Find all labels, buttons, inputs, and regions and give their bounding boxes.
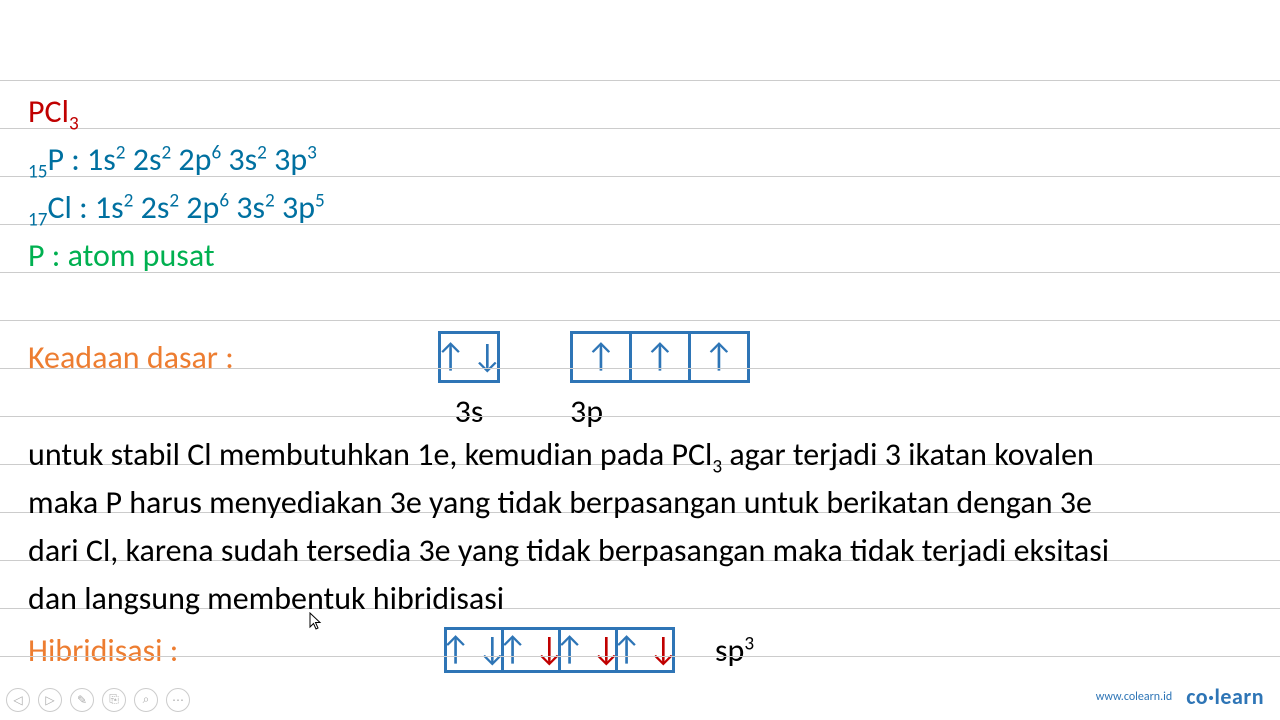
arrow-up-icon: ↑ xyxy=(497,633,528,667)
next-button[interactable]: ▷ xyxy=(38,688,62,712)
exp: 2 xyxy=(116,141,126,164)
logo-a: co xyxy=(1186,683,1208,710)
hibridisasi-row: Hibridisasi : ↑ ↓ ↑ ↓ ↑ ↓ ↑ ↓ sp3 xyxy=(28,623,1252,677)
sp3-sup: 3 xyxy=(744,632,754,655)
orb: 2p xyxy=(186,188,219,227)
hibridisasi-label: Hibridisasi : xyxy=(28,631,444,670)
orb: 2s xyxy=(133,140,162,179)
orb: 1s xyxy=(87,140,116,179)
arrow-up-icon: ↑ xyxy=(554,633,585,667)
p-atomic-number: 15 xyxy=(28,160,47,183)
exp: 2 xyxy=(124,189,134,212)
orbital-box-3p-1: ↑ xyxy=(570,331,632,383)
logo-b: learn xyxy=(1215,683,1264,710)
orbital-3s-group: ↑ ↓ xyxy=(438,331,500,383)
sep: : xyxy=(64,140,87,179)
text: agar terjadi 3 ikatan kovalen xyxy=(722,435,1094,474)
exp: 2 xyxy=(265,189,275,212)
orbital-box-3p-2: ↑ xyxy=(629,331,691,383)
orbital-labels: 3s 3p xyxy=(28,392,1252,431)
orb: 2p xyxy=(178,140,211,179)
orbital-box-3s: ↑ ↓ xyxy=(438,331,500,383)
footer-url: www.colearn.id xyxy=(1096,690,1172,704)
orb: 1s xyxy=(95,188,124,227)
arrow-up-icon: ↑ xyxy=(645,340,676,374)
exp: 5 xyxy=(315,189,325,212)
exp: 6 xyxy=(211,141,221,164)
orbital-3p-label: 3p xyxy=(570,392,632,431)
paragraph-line-4: dan langsung membentuk hibridisasi xyxy=(28,575,1252,623)
formula-sub: 3 xyxy=(69,112,79,135)
arrow-up-icon: ↑ xyxy=(586,340,617,374)
orbital-3s-label: 3s xyxy=(438,392,500,431)
arrow-up-icon: ↑ xyxy=(435,340,466,374)
orbital-box-3p-3: ↑ xyxy=(688,331,750,383)
p-symbol: P xyxy=(47,140,64,179)
keadaan-dasar-row: Keadaan dasar : ↑ ↓ ↑ ↑ xyxy=(28,328,1252,386)
cl-electron-config: 17Cl : 1s2 2s2 2p6 3s2 3p5 xyxy=(28,184,1252,232)
exp: 2 xyxy=(161,141,171,164)
atom-pusat: P : atom pusat xyxy=(28,232,1252,280)
paragraph-line-3: dari Cl, karena sudah tersedia 3e yang t… xyxy=(28,527,1252,575)
sp3-label: sp3 xyxy=(715,631,754,670)
sp3-base: sp xyxy=(715,631,744,670)
arrow-down-red-icon: ↓ xyxy=(648,633,679,667)
sub: 3 xyxy=(712,455,722,478)
title-formula: PCl3 xyxy=(28,88,1252,136)
more-button[interactable]: ⋯ xyxy=(166,688,190,712)
arrow-up-icon: ↑ xyxy=(440,633,471,667)
arrow-up-icon: ↑ xyxy=(704,340,735,374)
keadaan-dasar-label: Keadaan dasar : xyxy=(28,338,438,377)
cl-symbol: Cl xyxy=(47,188,71,227)
pen-button[interactable]: ✎ xyxy=(70,688,94,712)
orbital-3p-group: ↑ ↑ ↑ xyxy=(570,331,750,383)
cl-atomic-number: 17 xyxy=(28,208,47,231)
hybrid-box-4: ↑ ↓ xyxy=(615,627,675,673)
orb: 3s xyxy=(228,140,257,179)
zoom-button[interactable]: ⌕ xyxy=(134,688,158,712)
hybrid-box-3: ↑ ↓ xyxy=(558,627,618,673)
hybrid-box-2: ↑ ↓ xyxy=(501,627,561,673)
footer-toolbar: ◁ ▷ ✎ ⎘ ⌕ ⋯ xyxy=(6,688,190,712)
prev-button[interactable]: ◁ xyxy=(6,688,30,712)
orb: 2s xyxy=(141,188,170,227)
orb: 3p xyxy=(274,140,307,179)
arrow-up-icon: ↑ xyxy=(611,633,642,667)
exp: 6 xyxy=(219,189,229,212)
exp: 2 xyxy=(257,141,267,164)
sep: : xyxy=(72,188,95,227)
exp: 2 xyxy=(169,189,179,212)
orb: 3p xyxy=(282,188,315,227)
hybrid-box-1: ↑ ↓ xyxy=(444,627,504,673)
paragraph-line-1: untuk stabil Cl membutuhkan 1e, kemudian… xyxy=(28,431,1252,479)
orb: 3s xyxy=(236,188,265,227)
formula-base: PCl xyxy=(28,92,69,131)
copy-button[interactable]: ⎘ xyxy=(102,688,126,712)
text: untuk stabil Cl membutuhkan 1e, kemudian… xyxy=(28,435,712,474)
footer-logo: co·learn xyxy=(1186,683,1264,710)
arrow-down-icon: ↓ xyxy=(472,340,503,374)
footer: ◁ ▷ ✎ ⎘ ⌕ ⋯ www.colearn.id co·learn xyxy=(0,684,1280,714)
paragraph-line-2: maka P harus menyediakan 3e yang tidak b… xyxy=(28,479,1252,527)
p-electron-config: 15P : 1s2 2s2 2p6 3s2 3p3 xyxy=(28,136,1252,184)
exp: 3 xyxy=(307,141,317,164)
